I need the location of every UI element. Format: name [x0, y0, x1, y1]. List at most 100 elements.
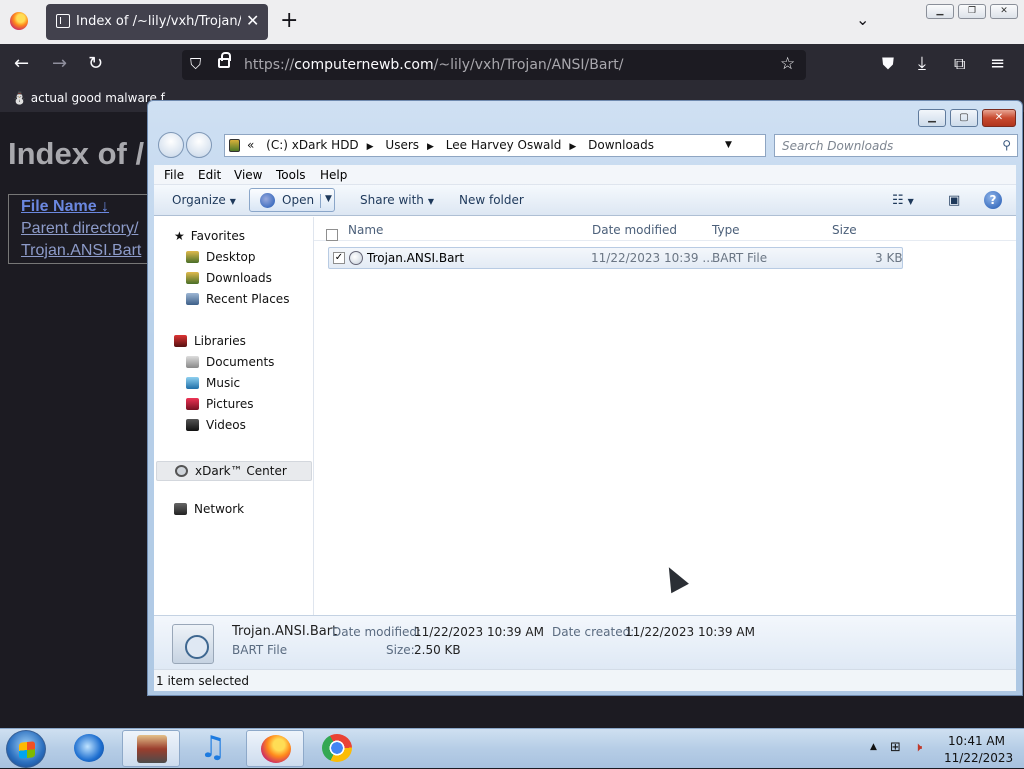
network-icon: [174, 503, 187, 515]
parent-directory-link[interactable]: Parent directory/: [11, 219, 151, 239]
open-dropdown-icon[interactable]: ▼: [320, 194, 332, 208]
address-dropdown-icon[interactable]: ▼: [725, 140, 732, 150]
nav-videos[interactable]: Videos: [186, 418, 246, 432]
breadcrumb[interactable]: « (C:) xDark HDD ▶ Users ▶ Lee Harvey Oswa…: [247, 138, 662, 152]
shield-icon[interactable]: ⛉: [190, 55, 201, 73]
file-row[interactable]: ✓ Trojan.ANSI.Bart 11/22/2023 10:39 ... …: [328, 247, 903, 269]
nav-xdark-center[interactable]: xDark™ Center: [156, 461, 312, 481]
menu-bar: File Edit View Tools Help: [154, 165, 1016, 185]
menu-edit[interactable]: Edit: [198, 168, 221, 182]
taskbar-explorer[interactable]: [122, 730, 180, 767]
page-icon: [56, 14, 70, 28]
search-input[interactable]: Search Downloads ⚲: [774, 134, 1018, 157]
file-name-header[interactable]: File Name ↓: [11, 197, 151, 217]
nav-music[interactable]: Music: [186, 376, 240, 390]
browser-tab[interactable]: Index of /~lily/vxh/Trojan/ANSI/Bart/ ✕: [46, 4, 268, 40]
menu-tools[interactable]: Tools: [276, 168, 306, 182]
file-link[interactable]: Trojan.ANSI.Bart: [11, 241, 151, 261]
clock-date[interactable]: 11/22/2023: [944, 751, 1013, 765]
minimize-button[interactable]: ▁: [926, 4, 954, 19]
help-icon[interactable]: ?: [984, 191, 1002, 209]
star-icon: ★: [174, 229, 185, 243]
nav-pictures[interactable]: Pictures: [186, 397, 254, 411]
volume-muted-icon[interactable]: 🕨: [914, 740, 922, 755]
nav-documents[interactable]: Documents: [186, 355, 274, 369]
reload-icon[interactable]: ↻: [88, 54, 103, 74]
internet-explorer-icon: [260, 193, 275, 208]
taskbar-firefox[interactable]: [246, 730, 304, 767]
extensions-icon[interactable]: ⧉: [954, 54, 965, 74]
search-icon[interactable]: ⚲: [1002, 138, 1011, 152]
menu-view[interactable]: View: [234, 168, 262, 182]
lock-icon[interactable]: [218, 52, 231, 68]
taskbar-chrome[interactable]: [308, 730, 366, 767]
close-window-button[interactable]: ✕: [990, 4, 1018, 19]
explorer-minimize-button[interactable]: ▁: [918, 109, 946, 127]
url-bar[interactable]: ⛉ https://computernewb.com/~lily/vxh/Tro…: [182, 50, 806, 80]
browser-tab-bar: Index of /~lily/vxh/Trojan/ANSI/Bart/ ✕ …: [0, 0, 1024, 44]
menu-file[interactable]: File: [164, 168, 184, 182]
browser-nav-bar: ← → ↻ ⛉ https://computernewb.com/~lily/v…: [0, 44, 1024, 86]
column-date-modified[interactable]: Date modified: [592, 223, 677, 237]
details-modified-label: Date modified:: [332, 625, 422, 639]
explorer-window: ▁ ▢ ✕ « (C:) xDark HDD ▶ Users ▶ Lee Harve…: [147, 100, 1023, 696]
new-tab-button[interactable]: +: [280, 9, 298, 33]
list-tabs-chevron-icon[interactable]: ⌄: [856, 10, 869, 29]
explorer-maximize-button[interactable]: ▢: [950, 109, 978, 127]
taskbar-internet-explorer[interactable]: [60, 730, 118, 767]
file-listing-table: File Name ↓ Parent directory/ Trojan.ANS…: [8, 194, 155, 264]
back-arrow-icon[interactable]: ←: [14, 54, 29, 74]
nav-libraries[interactable]: Libraries: [174, 334, 246, 348]
nav-desktop[interactable]: Desktop: [186, 250, 256, 264]
share-with-button[interactable]: Share with ▼: [360, 193, 434, 207]
open-button[interactable]: Open ▼: [249, 188, 335, 212]
bookmark-star-icon[interactable]: ☆: [780, 54, 795, 74]
taskbar-itunes[interactable]: ♫: [184, 730, 242, 767]
file-icon: [349, 251, 363, 265]
network-status-icon[interactable]: ⊞: [890, 740, 901, 755]
show-hidden-icons-icon[interactable]: ▲: [870, 742, 877, 752]
details-created-label: Date created:: [552, 625, 635, 639]
nav-downloads[interactable]: Downloads: [186, 271, 272, 285]
explorer-forward-button[interactable]: [186, 132, 212, 158]
file-type: BART File: [712, 251, 768, 265]
organize-button[interactable]: Organize ▼: [172, 193, 236, 207]
library-icon: [137, 735, 167, 763]
menu-icon[interactable]: ≡: [990, 54, 1005, 74]
documents-icon: [186, 356, 199, 368]
forward-arrow-icon[interactable]: →: [52, 54, 67, 74]
column-headers: Name Date modified Type Size: [314, 217, 1016, 241]
restore-button[interactable]: ❐: [958, 4, 986, 19]
new-folder-button[interactable]: New folder: [459, 193, 524, 207]
address-bar[interactable]: « (C:) xDark HDD ▶ Users ▶ Lee Harvey Oswa…: [224, 134, 829, 157]
start-button[interactable]: [6, 730, 46, 768]
change-view-icon[interactable]: ☷ ▼: [892, 193, 914, 208]
explorer-close-button[interactable]: ✕: [982, 109, 1016, 127]
column-type[interactable]: Type: [712, 223, 740, 237]
explorer-back-button[interactable]: [158, 132, 184, 158]
command-bar: Organize ▼ Open ▼ Share with ▼ New folder …: [154, 185, 1016, 216]
url-text[interactable]: https://computernewb.com/~lily/vxh/Troja…: [244, 57, 623, 73]
videos-icon: [186, 419, 199, 431]
nav-recent-places[interactable]: Recent Places: [186, 292, 289, 306]
tab-close-icon[interactable]: ✕: [246, 11, 259, 31]
details-size-label: Size:: [386, 643, 415, 657]
music-icon: [186, 377, 199, 389]
clock-time[interactable]: 10:41 AM: [948, 734, 1005, 748]
tab-title: Index of /~lily/vxh/Trojan/ANSI/Bart/: [76, 14, 241, 29]
firefox-icon: [261, 735, 291, 763]
file-date: 11/22/2023 10:39 ...: [591, 251, 714, 265]
bookmark-item[interactable]: ⛄ actual good malware f: [12, 91, 165, 105]
preview-pane-icon[interactable]: ▣: [948, 193, 960, 208]
menu-help[interactable]: Help: [320, 168, 347, 182]
pocket-icon[interactable]: ⛊: [882, 54, 894, 74]
column-name[interactable]: Name: [348, 223, 383, 237]
nav-network[interactable]: Network: [174, 502, 244, 516]
navigation-pane: ★ Favorites Desktop Downloads Recent Plac…: [154, 217, 314, 615]
download-icon[interactable]: ⤓: [918, 54, 926, 74]
column-size[interactable]: Size: [832, 223, 857, 237]
recent-places-icon: [186, 293, 199, 305]
nav-favorites[interactable]: ★ Favorites: [174, 229, 245, 243]
file-checkbox[interactable]: ✓: [333, 252, 345, 264]
file-name: Trojan.ANSI.Bart: [367, 251, 465, 265]
